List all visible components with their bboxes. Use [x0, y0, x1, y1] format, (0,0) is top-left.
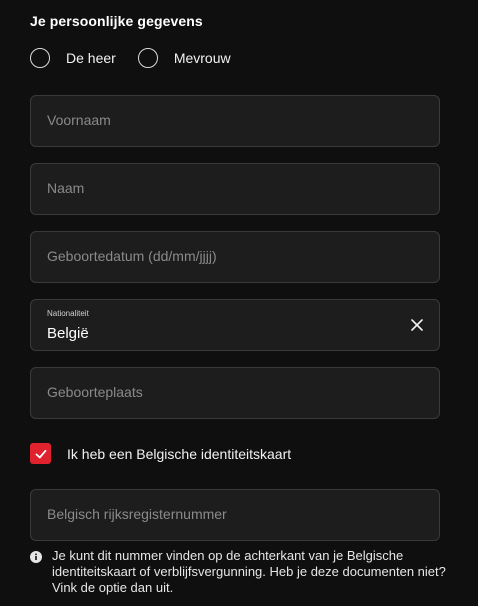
birth-date-placeholder: Geboortedatum (dd/mm/jjjj): [47, 248, 217, 264]
first-name-placeholder: Voornaam: [47, 112, 111, 128]
info-note: Je kunt dit nummer vinden op de achterka…: [30, 548, 450, 596]
national-number-field[interactable]: Belgisch rijksregisternummer: [30, 489, 440, 541]
radio-label-mrs: Mevrouw: [173, 50, 231, 66]
id-card-checkbox[interactable]: [30, 443, 51, 464]
radio-option-mrs[interactable]: Mevrouw: [137, 48, 231, 68]
national-number-placeholder: Belgisch rijksregisternummer: [47, 506, 227, 522]
checkmark-icon: [35, 449, 46, 458]
radio-option-mr[interactable]: De heer: [30, 48, 116, 68]
birth-date-field[interactable]: Geboortedatum (dd/mm/jjjj): [30, 231, 440, 283]
birth-place-placeholder: Geboorteplaats: [47, 384, 143, 400]
radio-button-mrs[interactable]: [137, 48, 158, 68]
close-icon[interactable]: [409, 317, 425, 333]
nationality-field[interactable]: Nationaliteit België: [30, 299, 440, 351]
gender-radio-group: De heer Mevrouw: [30, 48, 231, 68]
nationality-label: Nationaliteit: [47, 309, 89, 318]
radio-button-mr[interactable]: [30, 48, 50, 68]
last-name-placeholder: Naam: [47, 180, 85, 196]
info-text: Je kunt dit nummer vinden op de achterka…: [52, 548, 446, 595]
info-icon: [30, 550, 42, 563]
nationality-value: België: [47, 325, 89, 342]
section-title: Je persoonlijke gegevens: [30, 13, 203, 29]
first-name-field[interactable]: Voornaam: [30, 95, 440, 147]
id-card-checkbox-row[interactable]: Ik heb een Belgische identiteitskaart: [30, 443, 291, 464]
id-card-checkbox-label: Ik heb een Belgische identiteitskaart: [67, 445, 292, 462]
radio-label-mr: De heer: [66, 50, 116, 66]
last-name-field[interactable]: Naam: [30, 163, 440, 215]
birth-place-field[interactable]: Geboorteplaats: [30, 367, 440, 419]
